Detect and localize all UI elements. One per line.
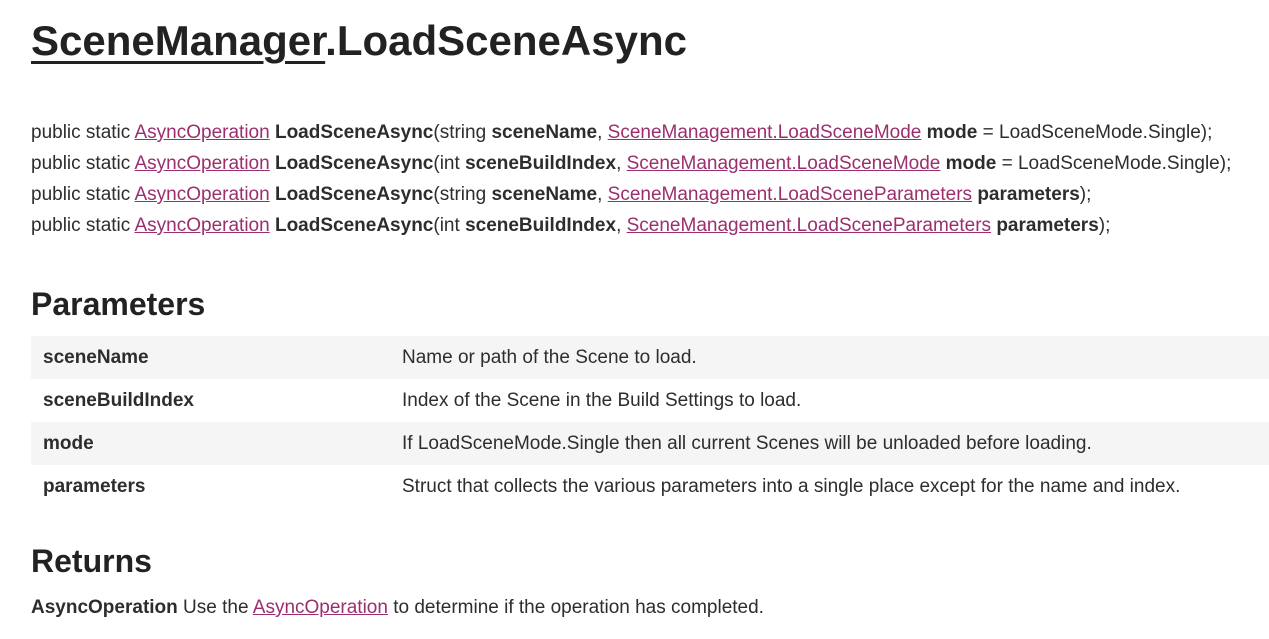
returns-text: to determine if the operation has comple… (387, 597, 764, 618)
signature-method: LoadSceneAsync (274, 122, 434, 143)
returns-description: AsyncOperation Use the AsyncOperation to… (31, 594, 764, 622)
param-name: sceneName (491, 122, 598, 143)
class-link[interactable]: SceneManager (31, 17, 325, 64)
param-name: parameters (996, 215, 1099, 236)
returns-type-link[interactable]: AsyncOperation (253, 597, 388, 618)
signature-method: LoadSceneAsync (274, 184, 434, 205)
signature-tail: = LoadSceneMode.Single); (977, 122, 1213, 143)
signature-method: LoadSceneAsync (274, 153, 434, 174)
signature-open: (string (433, 122, 492, 143)
signature-line: public static AsyncOperation LoadSceneAs… (31, 210, 1231, 241)
signature-tail: ); (1079, 184, 1092, 205)
param-name: sceneBuildIndex (465, 153, 617, 174)
param-name: parameters (977, 184, 1080, 205)
param-name: mode (945, 153, 997, 174)
signature-open: (int (433, 153, 466, 174)
returns-type: AsyncOperation (31, 597, 178, 618)
return-type-link[interactable]: AsyncOperation (135, 153, 270, 174)
table-row: mode If LoadSceneMode.Single then all cu… (31, 422, 1269, 465)
param-name: sceneName (491, 184, 598, 205)
signature-separator: , (597, 184, 608, 205)
signature-block: public static AsyncOperation LoadSceneAs… (31, 117, 1231, 241)
param-description-cell: Index of the Scene in the Build Settings… (402, 389, 802, 411)
signature-prefix: public static (31, 184, 135, 205)
method-name: .LoadSceneAsync (325, 17, 687, 64)
param-name-cell: sceneBuildIndex (43, 389, 194, 411)
return-type-link[interactable]: AsyncOperation (135, 122, 270, 143)
page-title: SceneManager.LoadSceneAsync (31, 14, 687, 68)
signature-separator: , (616, 153, 627, 174)
param-type-link[interactable]: SceneManagement.LoadSceneParameters (608, 184, 972, 205)
signature-separator: , (616, 215, 627, 236)
parameters-table: sceneName Name or path of the Scene to l… (31, 336, 1269, 508)
parameters-heading: Parameters (31, 286, 206, 322)
signature-line: public static AsyncOperation LoadSceneAs… (31, 148, 1231, 179)
table-row: sceneBuildIndex Index of the Scene in th… (31, 379, 1269, 422)
signature-method: LoadSceneAsync (274, 215, 434, 236)
table-row: parameters Struct that collects the vari… (31, 465, 1269, 508)
signature-tail: ); (1098, 215, 1111, 236)
signature-open: (int (433, 215, 466, 236)
table-row: sceneName Name or path of the Scene to l… (31, 336, 1269, 379)
param-type-link[interactable]: SceneManagement.LoadSceneParameters (627, 215, 991, 236)
returns-text: Use the (177, 597, 253, 618)
return-type-link[interactable]: AsyncOperation (135, 184, 270, 205)
param-name: mode (926, 122, 978, 143)
signature-line: public static AsyncOperation LoadSceneAs… (31, 117, 1231, 148)
signature-line: public static AsyncOperation LoadSceneAs… (31, 179, 1231, 210)
param-name: sceneBuildIndex (465, 215, 617, 236)
signature-separator: , (597, 122, 608, 143)
returns-heading: Returns (31, 543, 152, 579)
param-description-cell: Name or path of the Scene to load. (390, 336, 1269, 379)
signature-tail: = LoadSceneMode.Single); (996, 153, 1232, 174)
param-type-link[interactable]: SceneManagement.LoadSceneMode (627, 153, 941, 174)
param-type-link[interactable]: SceneManagement.LoadSceneMode (608, 122, 922, 143)
signature-open: (string (433, 184, 492, 205)
param-name-cell: sceneName (31, 336, 390, 379)
param-description-cell: If LoadSceneMode.Single then all current… (390, 422, 1269, 465)
param-description-cell: Struct that collects the various paramet… (402, 475, 1181, 497)
signature-prefix: public static (31, 153, 135, 174)
return-type-link[interactable]: AsyncOperation (135, 215, 270, 236)
param-name-cell: mode (31, 422, 390, 465)
signature-prefix: public static (31, 215, 135, 236)
param-name-cell: parameters (43, 475, 146, 497)
signature-prefix: public static (31, 122, 135, 143)
